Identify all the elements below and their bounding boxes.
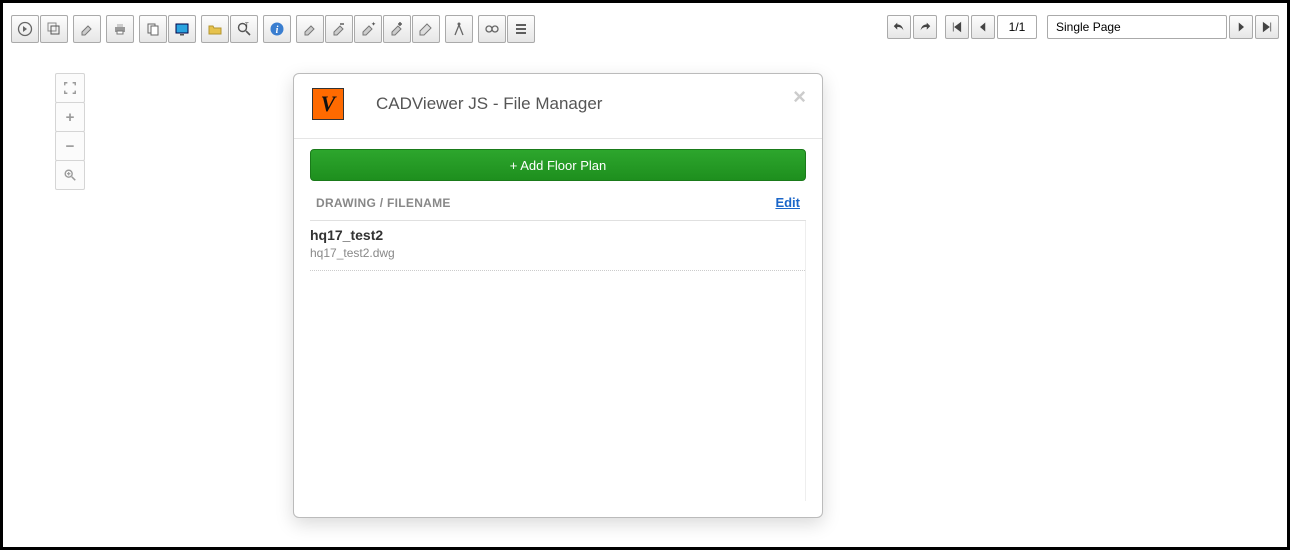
svg-text:✦: ✦ <box>371 21 376 28</box>
folder-open-icon[interactable] <box>201 15 229 43</box>
undo-icon[interactable] <box>887 15 911 39</box>
modal-header: V CADViewer JS - File Manager × <box>294 74 822 139</box>
zoom-window-icon[interactable] <box>55 160 85 190</box>
file-list[interactable]: hq17_test2 hq17_test2.dwg <box>310 221 806 501</box>
zoom-panel: + − <box>55 73 85 190</box>
app-logo-icon: V <box>312 88 344 120</box>
screen-icon[interactable] <box>168 15 196 43</box>
info-icon[interactable]: i <box>263 15 291 43</box>
prev-page-icon[interactable] <box>971 15 995 39</box>
zoom-out-icon[interactable]: − <box>55 131 85 161</box>
arrow-right-circle-icon[interactable] <box>11 15 39 43</box>
zoom-extents-icon[interactable] <box>55 73 85 103</box>
svg-text:T: T <box>245 23 249 29</box>
file-filename-label: hq17_test2.dwg <box>310 246 805 260</box>
copy-icon[interactable] <box>139 15 167 43</box>
page-controls <box>887 15 1279 39</box>
modal-body: + Add Floor Plan DRAWING / FILENAME Edit… <box>294 139 822 517</box>
eraser-plus-icon[interactable] <box>383 15 411 43</box>
page-number-input[interactable] <box>997 15 1037 39</box>
svg-text:i: i <box>276 25 279 36</box>
file-manager-modal: V CADViewer JS - File Manager × + Add Fl… <box>293 73 823 518</box>
main-toolbar: T i ✦ <box>11 15 536 43</box>
eraser-small-icon[interactable] <box>73 15 101 43</box>
link-icon[interactable] <box>478 15 506 43</box>
last-page-icon[interactable] <box>1255 15 1279 39</box>
eraser-a-icon[interactable] <box>296 15 324 43</box>
list-header: DRAWING / FILENAME Edit <box>310 181 806 221</box>
zoom-text-icon[interactable]: T <box>230 15 258 43</box>
list-header-label: DRAWING / FILENAME <box>316 196 451 210</box>
list-item[interactable]: hq17_test2 hq17_test2.dwg <box>310 221 805 271</box>
eraser-star-icon[interactable]: ✦ <box>354 15 382 43</box>
next-page-icon[interactable] <box>1229 15 1253 39</box>
redo-icon[interactable] <box>913 15 937 39</box>
layers-icon[interactable] <box>40 15 68 43</box>
menu-icon[interactable] <box>507 15 535 43</box>
eraser-big-icon[interactable] <box>412 15 440 43</box>
first-page-icon[interactable] <box>945 15 969 39</box>
edit-link[interactable]: Edit <box>775 195 800 210</box>
zoom-in-icon[interactable]: + <box>55 102 85 132</box>
file-name-label: hq17_test2 <box>310 227 805 243</box>
add-floor-plan-button[interactable]: + Add Floor Plan <box>310 149 806 181</box>
close-icon[interactable]: × <box>793 84 806 110</box>
view-mode-select[interactable] <box>1047 15 1227 39</box>
modal-title: CADViewer JS - File Manager <box>376 94 602 114</box>
eraser-minus-icon[interactable] <box>325 15 353 43</box>
compass-icon[interactable] <box>445 15 473 43</box>
print-icon[interactable] <box>106 15 134 43</box>
